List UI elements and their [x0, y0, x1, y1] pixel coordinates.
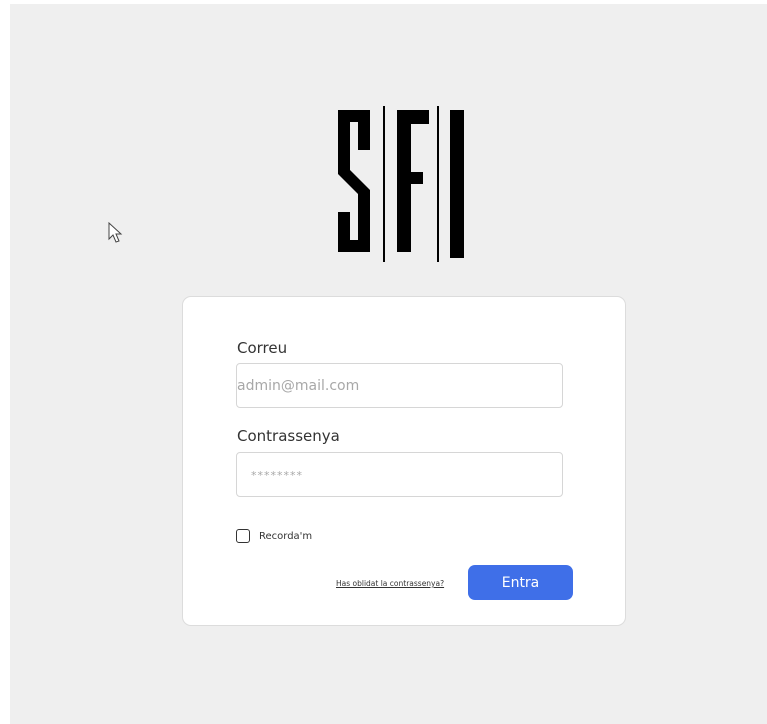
remember-me-label: Recorda'm: [259, 530, 313, 542]
remember-me-checkbox[interactable]: [236, 529, 250, 543]
email-field[interactable]: [236, 363, 563, 408]
login-button[interactable]: Entra: [468, 565, 573, 600]
remember-me-row: Recorda'm: [236, 529, 312, 543]
mouse-cursor-icon: [108, 222, 123, 243]
forgot-password-link[interactable]: Has oblidat la contrassenya?: [336, 579, 444, 588]
login-page: Correu Contrassenya Recorda'm Has oblida…: [10, 4, 767, 724]
login-card: Correu Contrassenya Recorda'm Has oblida…: [182, 296, 626, 626]
password-field[interactable]: [236, 452, 563, 497]
email-label: Correu: [237, 339, 288, 357]
password-label: Contrassenya: [237, 427, 340, 445]
sfi-logo: [338, 106, 464, 262]
